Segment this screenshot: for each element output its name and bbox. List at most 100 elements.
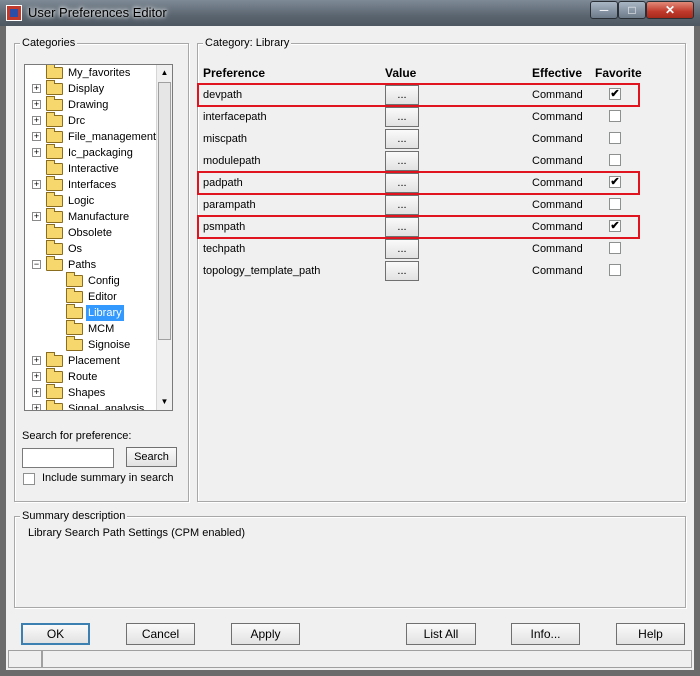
- folder-icon: [46, 384, 63, 399]
- folder-icon: [46, 400, 63, 410]
- tree-item[interactable]: + Placement: [25, 352, 165, 369]
- scroll-down-button[interactable]: ▼: [157, 394, 172, 410]
- favorite-checkbox[interactable]: [609, 242, 621, 254]
- header-effective: Effective: [532, 66, 583, 80]
- title-bar[interactable]: User Preferences Editor ─ □ ✕: [0, 0, 700, 26]
- scroll-thumb[interactable]: [158, 82, 171, 340]
- tree-item[interactable]: + File_management: [25, 128, 165, 145]
- expand-icon[interactable]: +: [32, 180, 41, 189]
- tree-item[interactable]: + Signal_analysis: [25, 400, 165, 411]
- effective-value: Command: [532, 133, 583, 145]
- header-value: Value: [385, 66, 417, 80]
- app-icon: [6, 5, 22, 21]
- value-browse-button[interactable]: ...: [385, 239, 419, 259]
- apply-button[interactable]: Apply: [231, 623, 300, 645]
- tree-item-label: Manufacture: [68, 211, 130, 223]
- tree-item[interactable]: + Shapes: [25, 384, 165, 401]
- favorite-checkbox[interactable]: [609, 132, 621, 144]
- tree-item[interactable]: − Paths: [25, 256, 165, 273]
- cancel-button[interactable]: Cancel: [126, 623, 195, 645]
- tree-item-label: Os: [68, 243, 83, 255]
- info-button[interactable]: Info...: [511, 623, 580, 645]
- help-button[interactable]: Help: [616, 623, 685, 645]
- folder-icon: [46, 65, 63, 79]
- expand-icon[interactable]: +: [32, 356, 41, 365]
- tree-item[interactable]: + Drc: [25, 112, 165, 129]
- expand-icon[interactable]: +: [32, 84, 41, 93]
- header-favorite: Favorite: [595, 66, 642, 80]
- tree-item[interactable]: + Drawing: [25, 96, 165, 113]
- tree-item[interactable]: Os: [25, 240, 165, 257]
- tree-item[interactable]: + Interfaces: [25, 176, 165, 193]
- tree-item[interactable]: My_favorites: [25, 65, 165, 81]
- tree-item[interactable]: Interactive: [25, 160, 165, 177]
- tree-item-label: Ic_packaging: [68, 147, 133, 159]
- maximize-icon: □: [628, 3, 636, 17]
- value-browse-button[interactable]: ...: [385, 107, 419, 127]
- folder-icon: [46, 224, 63, 239]
- expand-icon[interactable]: +: [32, 372, 41, 381]
- folder-icon: [46, 192, 63, 207]
- value-browse-button[interactable]: ...: [385, 129, 419, 149]
- tree-item-label: Obsolete: [68, 227, 113, 239]
- close-icon: ✕: [664, 3, 676, 17]
- folder-icon: [46, 240, 63, 255]
- ok-button[interactable]: OK: [21, 623, 90, 645]
- tree-item[interactable]: Signoise: [25, 336, 165, 353]
- minimize-button[interactable]: ─: [590, 1, 618, 19]
- category-tree[interactable]: My_favorites + Display + Drawing + Drc + File_ma…: [24, 64, 173, 411]
- window-title: User Preferences Editor: [28, 5, 167, 20]
- tree-item[interactable]: Logic: [25, 192, 165, 209]
- tree-item-label: My_favorites: [68, 67, 131, 79]
- folder-icon: [46, 80, 63, 95]
- expand-icon[interactable]: +: [32, 100, 41, 109]
- close-button[interactable]: ✕: [646, 1, 694, 19]
- value-browse-button[interactable]: ...: [385, 195, 419, 215]
- highlight-box: [197, 171, 640, 195]
- tree-item[interactable]: Config: [25, 272, 165, 289]
- list-all-button[interactable]: List All: [406, 623, 476, 645]
- tree-item-label: Route: [68, 371, 98, 383]
- tree-item[interactable]: + Manufacture: [25, 208, 165, 225]
- category-label: Category: Library: [203, 37, 292, 49]
- maximize-button[interactable]: □: [618, 1, 646, 19]
- tree-item-label: Paths: [68, 259, 97, 271]
- expand-icon[interactable]: +: [32, 212, 41, 221]
- search-button[interactable]: Search: [126, 447, 177, 467]
- expand-icon[interactable]: +: [32, 116, 41, 125]
- favorite-checkbox[interactable]: [609, 198, 621, 210]
- expand-icon[interactable]: +: [32, 404, 41, 410]
- tree-item[interactable]: + Display: [25, 80, 165, 97]
- tree-item[interactable]: + Route: [25, 368, 165, 385]
- expand-icon[interactable]: +: [32, 132, 41, 141]
- highlight-box: [197, 215, 640, 239]
- effective-value: Command: [532, 199, 583, 211]
- search-input[interactable]: [22, 448, 114, 468]
- favorite-checkbox[interactable]: [609, 264, 621, 276]
- favorite-checkbox[interactable]: [609, 154, 621, 166]
- tree-item[interactable]: + Ic_packaging: [25, 144, 165, 161]
- tree-scrollbar[interactable]: ▲ ▼: [156, 65, 172, 410]
- folder-icon: [46, 176, 63, 191]
- folder-icon: [46, 256, 63, 271]
- preference-name: topology_template_path: [203, 265, 321, 277]
- include-summary-checkbox[interactable]: [23, 473, 35, 485]
- favorite-checkbox[interactable]: [609, 110, 621, 122]
- expand-icon[interactable]: +: [32, 148, 41, 157]
- tree-item[interactable]: Editor: [25, 288, 165, 305]
- tree-item[interactable]: MCM: [25, 320, 165, 337]
- expand-icon[interactable]: +: [32, 388, 41, 397]
- value-browse-button[interactable]: ...: [385, 261, 419, 281]
- tree-item[interactable]: Obsolete: [25, 224, 165, 241]
- effective-value: Command: [532, 111, 583, 123]
- tree-item-label: Signal_analysis: [68, 403, 145, 411]
- scroll-up-button[interactable]: ▲: [157, 65, 172, 81]
- folder-icon: [66, 272, 83, 287]
- collapse-icon[interactable]: −: [32, 260, 41, 269]
- folder-icon: [66, 304, 83, 319]
- tree-item-label: Signoise: [88, 339, 131, 351]
- tree-item-label: MCM: [88, 323, 115, 335]
- value-browse-button[interactable]: ...: [385, 151, 419, 171]
- preference-name: parampath: [203, 199, 256, 211]
- tree-item[interactable]: Library: [25, 304, 165, 321]
